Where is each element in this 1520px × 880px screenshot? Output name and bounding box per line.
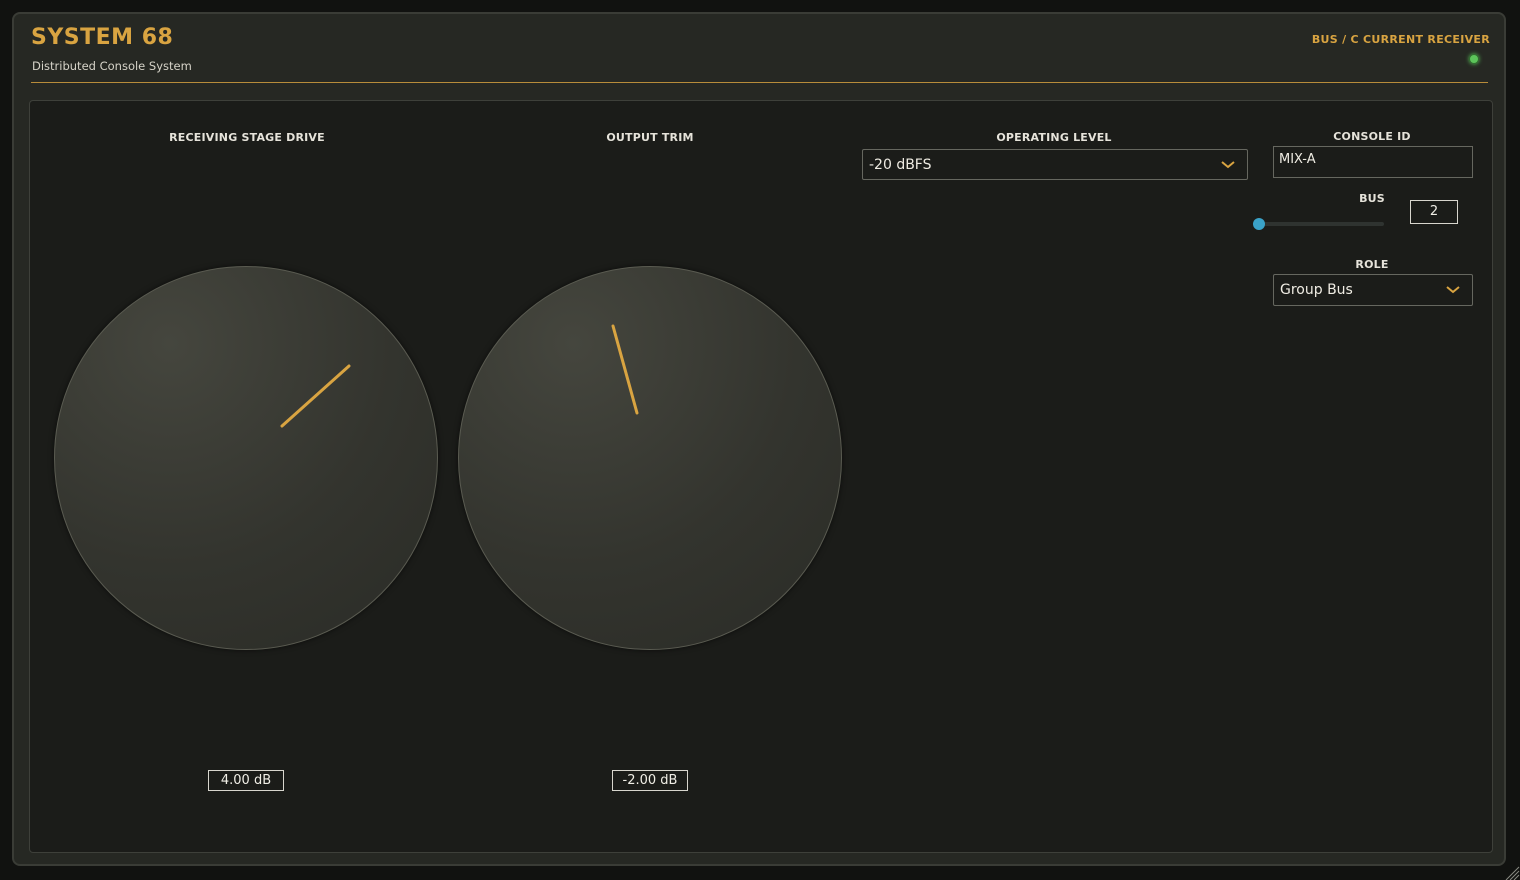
chevron-down-icon — [1221, 161, 1235, 169]
app-subtitle: Distributed Console System — [32, 59, 192, 73]
main-panel: RECEIVING STAGE DRIVE 4.00 dB OUTPUT TRI… — [29, 100, 1493, 853]
console-id-input[interactable]: MIX-A — [1273, 146, 1473, 178]
operating-level-label: OPERATING LEVEL — [996, 131, 1112, 144]
operating-level-value: -20 dBFS — [869, 157, 932, 173]
mode-label: BUS / C CURRENT RECEIVER — [1311, 33, 1490, 46]
role-select[interactable]: Group Bus — [1273, 274, 1473, 306]
drive-knob-pointer — [280, 364, 351, 428]
app-title: SYSTEM 68 — [31, 25, 174, 50]
chevron-down-icon — [1446, 286, 1460, 294]
header-divider — [31, 82, 1488, 83]
trim-knob-pointer — [611, 324, 639, 415]
bus-slider-thumb[interactable] — [1253, 218, 1265, 230]
drive-value-field[interactable]: 4.00 dB — [208, 770, 284, 791]
role-label: ROLE — [1355, 258, 1389, 271]
operating-level-select[interactable]: -20 dBFS — [862, 149, 1248, 180]
trim-label: OUTPUT TRIM — [606, 131, 694, 144]
drive-knob[interactable] — [54, 266, 438, 650]
role-value: Group Bus — [1280, 282, 1353, 298]
console-id-value: MIX-A — [1279, 152, 1316, 167]
console-id-label: CONSOLE ID — [1333, 130, 1411, 143]
trim-knob[interactable] — [458, 266, 842, 650]
bus-slider[interactable] — [1253, 218, 1384, 230]
bus-number-field[interactable]: 2 — [1410, 200, 1458, 224]
resize-grip-icon[interactable] — [1502, 864, 1520, 880]
plugin-window: SYSTEM 68 Distributed Console System BUS… — [12, 12, 1506, 866]
trim-value-field[interactable]: -2.00 dB — [612, 770, 688, 791]
status-led — [1469, 54, 1479, 64]
drive-label: RECEIVING STAGE DRIVE — [169, 131, 325, 144]
